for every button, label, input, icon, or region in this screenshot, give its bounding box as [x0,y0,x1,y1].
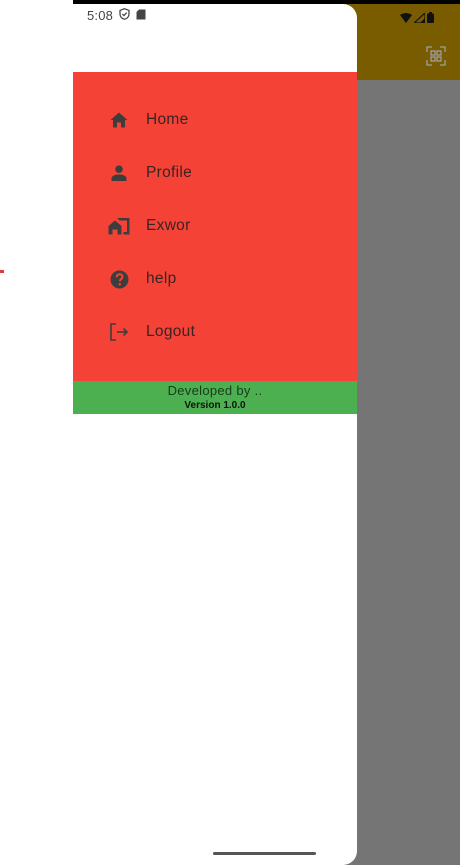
device-screen: 5:08 Home Profile Exwor help Logout Deve… [73,0,460,865]
drawer-footer: Developed by .. Version 1.0.0 [73,381,357,414]
menu-item-help[interactable]: help [73,259,357,299]
menu-item-label: Logout [146,323,196,340]
status-time: 5:08 [87,8,114,23]
wifi-icon [400,12,412,23]
home-work-icon [108,215,130,237]
navigation-drawer: 5:08 Home Profile Exwor help Logout Deve… [73,4,357,865]
menu-item-label: Home [146,111,189,128]
gesture-nav-handle[interactable] [213,852,316,855]
battery-icon [427,12,434,23]
home-icon [108,109,130,131]
menu-item-home[interactable]: Home [73,100,357,140]
screenshot-canvas: 5:08 Home Profile Exwor help Logout Deve… [0,0,460,865]
drawer-menu: Home Profile Exwor help Logout [73,72,357,381]
version-text: Version 1.0.0 [184,400,246,411]
menu-item-logout[interactable]: Logout [73,312,357,352]
status-icons [400,12,434,23]
drawer-status-bar: 5:08 [87,8,146,23]
menu-item-label: Profile [146,164,193,181]
edge-marker [0,270,4,273]
developed-by-text: Developed by .. [167,383,263,398]
qr-scan-icon[interactable] [426,46,446,66]
signal-icon [414,12,425,23]
help-icon [108,268,130,290]
sd-card-icon [136,8,146,23]
shield-icon [119,8,130,23]
menu-item-label: Exwor [146,217,191,234]
logout-icon [108,321,130,343]
menu-item-profile[interactable]: Profile [73,153,357,193]
person-icon [108,162,130,184]
menu-item-label: help [146,270,177,287]
menu-item-exwor[interactable]: Exwor [73,206,357,246]
